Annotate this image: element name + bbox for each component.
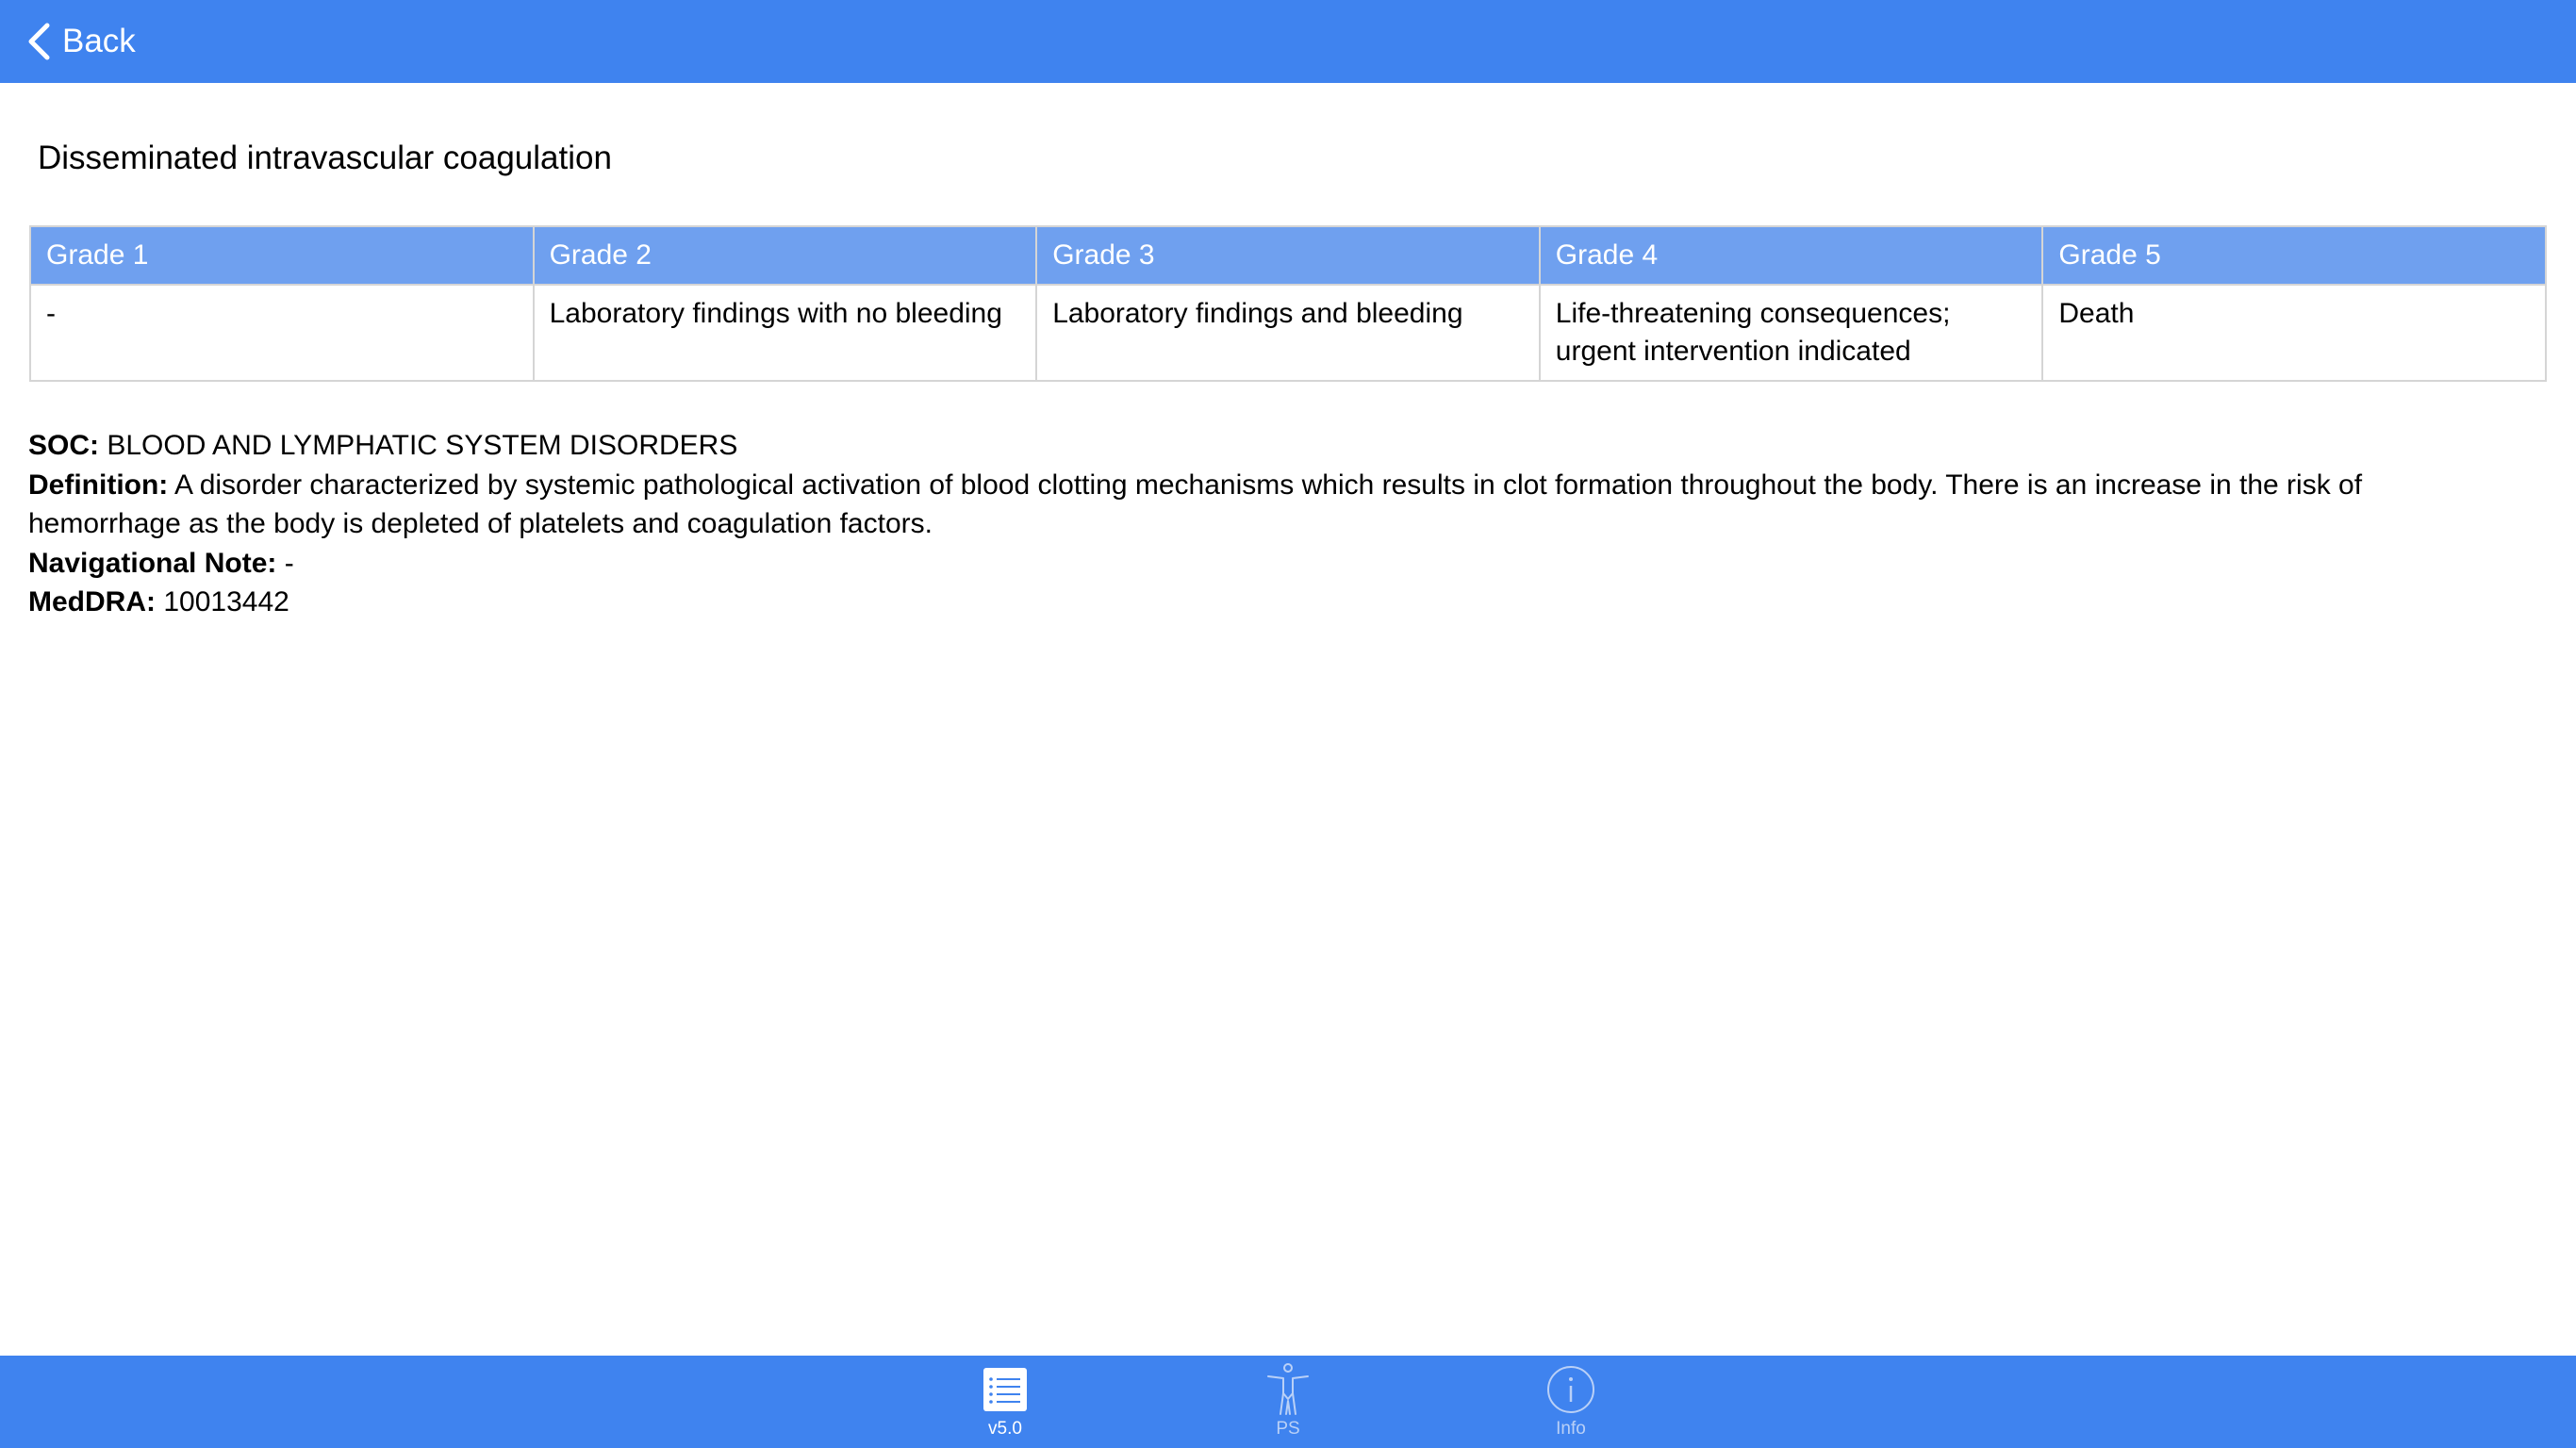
back-button[interactable]: Back xyxy=(26,15,136,68)
meddra-line: MedDRA: 10013442 xyxy=(28,583,2480,622)
grade-table: Grade 1 Grade 2 Grade 3 Grade 4 Grade 5 … xyxy=(29,225,2547,382)
table-row: - Laboratory findings with no bleeding L… xyxy=(29,284,2547,382)
grade-3-cell: Laboratory findings and bleeding xyxy=(1035,284,1541,382)
info-icon xyxy=(1546,1363,1595,1416)
grade-2-cell: Laboratory findings with no bleeding xyxy=(532,284,1038,382)
list-icon xyxy=(983,1363,1028,1416)
grade-1-header: Grade 1 xyxy=(29,225,535,286)
soc-line: SOC: BLOOD AND LYMPHATIC SYSTEM DISORDER… xyxy=(28,426,2480,466)
definition-label: Definition: xyxy=(28,469,169,501)
grade-1-cell: - xyxy=(29,284,535,382)
grade-4-cell: Life-threatening consequences; urgent in… xyxy=(1538,284,2044,382)
bottom-tab-bar: v5.0 PS Info xyxy=(0,1356,2576,1448)
meddra-value: 10013442 xyxy=(163,586,289,617)
term-details: SOC: BLOOD AND LYMPHATIC SYSTEM DISORDER… xyxy=(28,426,2480,622)
tab-info[interactable]: Info xyxy=(1514,1363,1627,1446)
body-figure-icon xyxy=(1265,1363,1311,1416)
grade-5-cell: Death xyxy=(2041,284,2547,382)
navigational-note-label: Navigational Note: xyxy=(28,547,277,579)
soc-value: BLOOD AND LYMPHATIC SYSTEM DISORDERS xyxy=(107,430,738,461)
app-screen: Back Disseminated intravascular coagulat… xyxy=(0,0,2576,1448)
back-label: Back xyxy=(62,23,136,59)
tab-v5[interactable]: v5.0 xyxy=(949,1363,1062,1446)
grade-5-header: Grade 5 xyxy=(2041,225,2547,286)
chevron-left-icon xyxy=(26,23,51,60)
grade-4-header: Grade 4 xyxy=(1538,225,2044,286)
top-navigation-bar: Back xyxy=(0,0,2576,83)
tab-ps[interactable]: PS xyxy=(1231,1363,1345,1446)
navigational-note-value: - xyxy=(284,547,294,579)
tab-ps-label: PS xyxy=(1276,1419,1300,1439)
definition-line: Definition: A disorder characterized by … xyxy=(28,466,2480,544)
table-header-row: Grade 1 Grade 2 Grade 3 Grade 4 Grade 5 xyxy=(29,225,2547,286)
page-title: Disseminated intravascular coagulation xyxy=(38,140,612,176)
soc-label: SOC: xyxy=(28,430,99,461)
grade-3-header: Grade 3 xyxy=(1035,225,1541,286)
grade-2-header: Grade 2 xyxy=(532,225,1038,286)
definition-value: A disorder characterized by systemic pat… xyxy=(28,469,2363,540)
meddra-label: MedDRA: xyxy=(28,586,156,617)
tab-info-label: Info xyxy=(1556,1419,1586,1439)
navigational-note-line: Navigational Note: - xyxy=(28,544,2480,584)
tab-v5-label: v5.0 xyxy=(988,1419,1022,1439)
